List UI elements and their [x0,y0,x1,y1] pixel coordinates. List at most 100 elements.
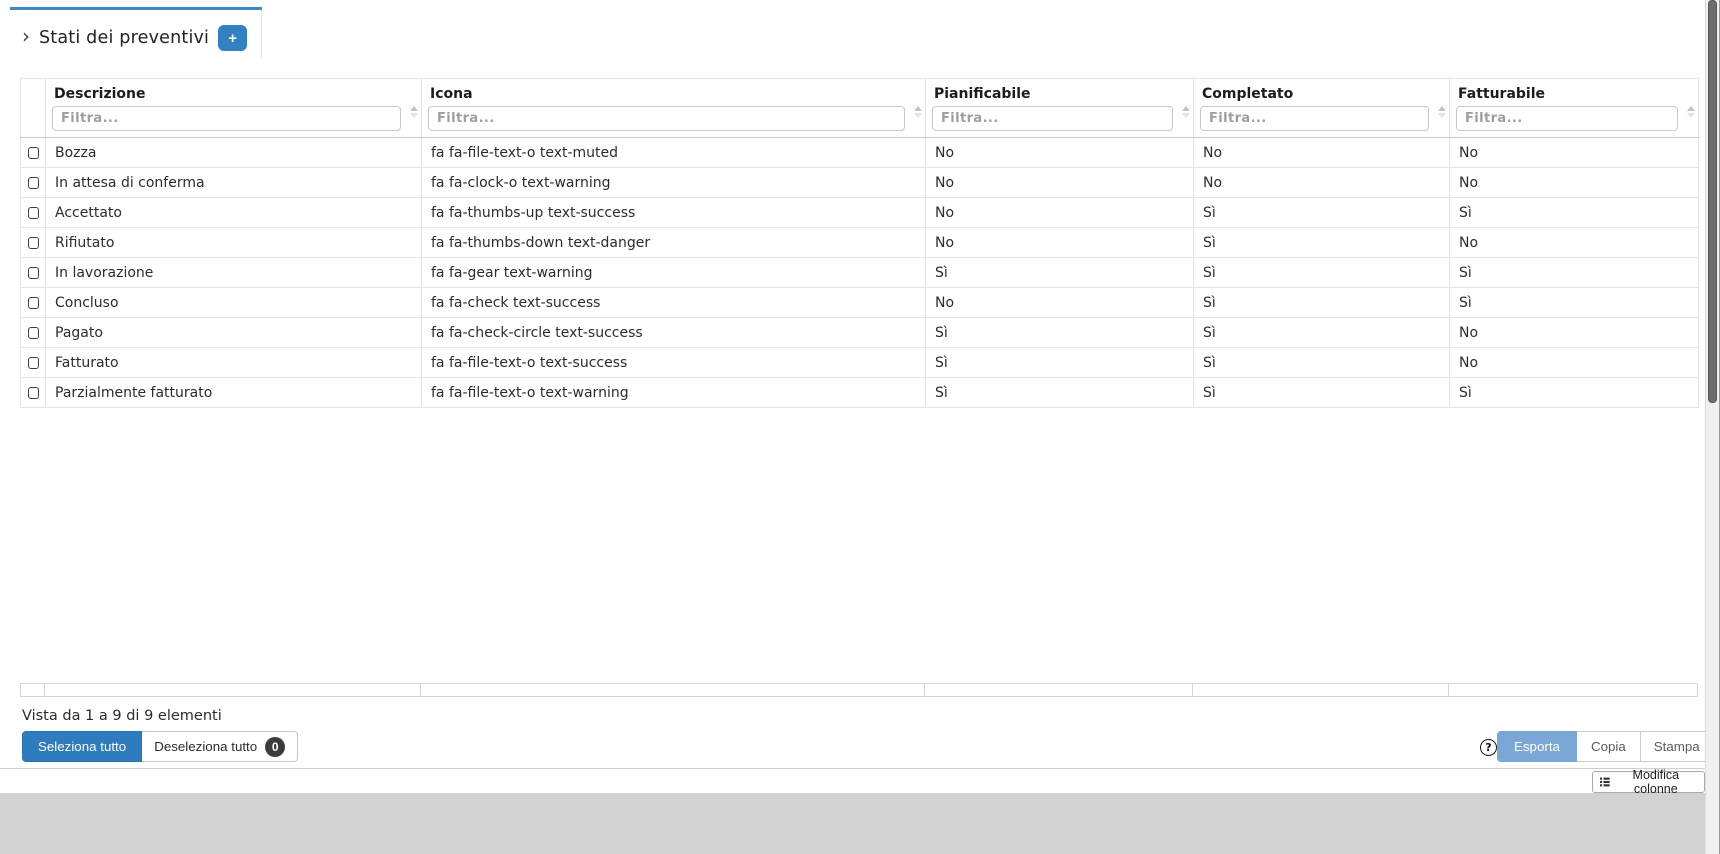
sort-desc-icon[interactable] [1438,113,1446,118]
sort-icons[interactable] [914,106,922,118]
row-checkbox[interactable] [28,267,39,279]
row-checkbox[interactable] [28,207,39,219]
column-label[interactable]: Icona [422,79,925,102]
cell-pianificabile: Sì [926,258,1194,288]
footer-cell [1193,683,1449,697]
help-icon[interactable]: ? [1480,739,1497,756]
sort-asc-icon[interactable] [1687,106,1695,111]
cell-descrizione: Accettato [46,198,422,228]
row-checkbox[interactable] [28,237,39,249]
sort-asc-icon[interactable] [1182,106,1190,111]
sort-asc-icon[interactable] [410,106,418,111]
column-header-icona: Icona [422,79,926,138]
export-button[interactable]: Esporta [1497,731,1577,762]
sort-desc-icon[interactable] [1687,113,1695,118]
column-label[interactable]: Fatturabile [1450,79,1698,102]
cell-descrizione: Concluso [46,288,422,318]
cell-icona: fa fa-thumbs-up text-success [422,198,926,228]
cell-descrizione: Fatturato [46,348,422,378]
table-body: Bozzafa fa-file-text-o text-mutedNoNoNoI… [21,138,1699,408]
cell-descrizione: Rifiutato [46,228,422,258]
columns-icon [1600,777,1610,787]
cell-completato: Sì [1194,228,1450,258]
row-checkbox-cell [21,288,46,318]
footer-cell [925,683,1193,697]
cell-completato: Sì [1194,378,1450,408]
cell-completato: No [1194,138,1450,168]
filter-input-completato[interactable] [1200,106,1429,131]
row-checkbox-cell [21,348,46,378]
deselect-all-button[interactable]: Deseleziona tutto 0 [142,731,298,762]
sort-icons[interactable] [1182,106,1190,118]
sort-icons[interactable] [1438,106,1446,118]
column-label[interactable]: Descrizione [46,79,421,102]
edit-columns-label: Modifica colonne [1615,768,1697,796]
filter-input-fatturabile[interactable] [1456,106,1678,131]
chevron-right-icon: › [22,26,30,46]
cell-descrizione: Pagato [46,318,422,348]
content-panel: › Stati dei preventivi + Descrizione Ico… [0,0,1705,793]
header-row: Descrizione Icona Pianificabile Completa… [21,79,1699,138]
table-row: Pagatofa fa-check-circle text-successSìS… [21,318,1699,348]
cell-descrizione: In lavorazione [46,258,422,288]
edit-columns-button[interactable]: Modifica colonne [1592,771,1705,793]
footer-cell [1449,683,1698,697]
cell-fatturabile: Sì [1450,378,1699,408]
row-checkbox[interactable] [28,357,39,369]
row-checkbox-cell [21,318,46,348]
cell-descrizione: Parzialmente fatturato [46,378,422,408]
filter-input-pianificabile[interactable] [932,106,1173,131]
row-checkbox-cell [21,198,46,228]
vertical-scrollbar[interactable] [1705,0,1720,854]
table-row: In attesa di confermafa fa-clock-o text-… [21,168,1699,198]
cell-completato: Sì [1194,318,1450,348]
cell-pianificabile: No [926,138,1194,168]
cell-fatturabile: No [1450,318,1699,348]
table-row: Bozzafa fa-file-text-o text-mutedNoNoNo [21,138,1699,168]
checkbox-column-header [21,79,46,138]
column-label[interactable]: Pianificabile [926,79,1193,102]
cell-pianificabile: Sì [926,318,1194,348]
table-row: In lavorazionefa fa-gear text-warningSìS… [21,258,1699,288]
select-all-button[interactable]: Seleziona tutto [22,731,142,762]
column-label[interactable]: Completato [1194,79,1449,102]
table-footer-row [20,683,1698,697]
cell-pianificabile: Sì [926,378,1194,408]
sort-asc-icon[interactable] [1438,106,1446,111]
scrollbar-thumb[interactable] [1708,0,1717,403]
row-checkbox[interactable] [28,387,39,399]
sort-desc-icon[interactable] [1182,113,1190,118]
sort-icons[interactable] [1687,106,1695,118]
cell-icona: fa fa-thumbs-down text-danger [422,228,926,258]
print-button[interactable]: Stampa [1641,731,1714,762]
cell-pianificabile: No [926,288,1194,318]
sort-icons[interactable] [410,106,418,118]
page-header: › Stati dei preventivi + [22,22,247,54]
row-checkbox[interactable] [28,327,39,339]
footer-cell [421,683,925,697]
sort-asc-icon[interactable] [914,106,922,111]
row-checkbox[interactable] [28,177,39,189]
copy-button[interactable]: Copia [1577,731,1641,762]
cell-icona: fa fa-file-text-o text-success [422,348,926,378]
row-checkbox[interactable] [28,297,39,309]
results-summary: Vista da 1 a 9 di 9 elementi [22,708,222,724]
status-table: Descrizione Icona Pianificabile Completa… [20,78,1699,408]
table-row: Fatturatofa fa-file-text-o text-successS… [21,348,1699,378]
cell-completato: Sì [1194,198,1450,228]
row-checkbox-cell [21,138,46,168]
filter-input-icona[interactable] [428,106,905,131]
add-button[interactable]: + [218,25,247,51]
row-checkbox[interactable] [28,147,39,159]
cell-fatturabile: No [1450,138,1699,168]
sort-desc-icon[interactable] [914,113,922,118]
table-row: Rifiutatofa fa-thumbs-down text-dangerNo… [21,228,1699,258]
sort-desc-icon[interactable] [410,113,418,118]
cell-pianificabile: No [926,168,1194,198]
cell-pianificabile: No [926,198,1194,228]
cell-completato: Sì [1194,288,1450,318]
cell-completato: No [1194,168,1450,198]
selection-button-group: Seleziona tutto Deseleziona tutto 0 [22,731,298,762]
filter-input-descrizione[interactable] [52,106,401,131]
selected-count-badge: 0 [265,737,285,757]
